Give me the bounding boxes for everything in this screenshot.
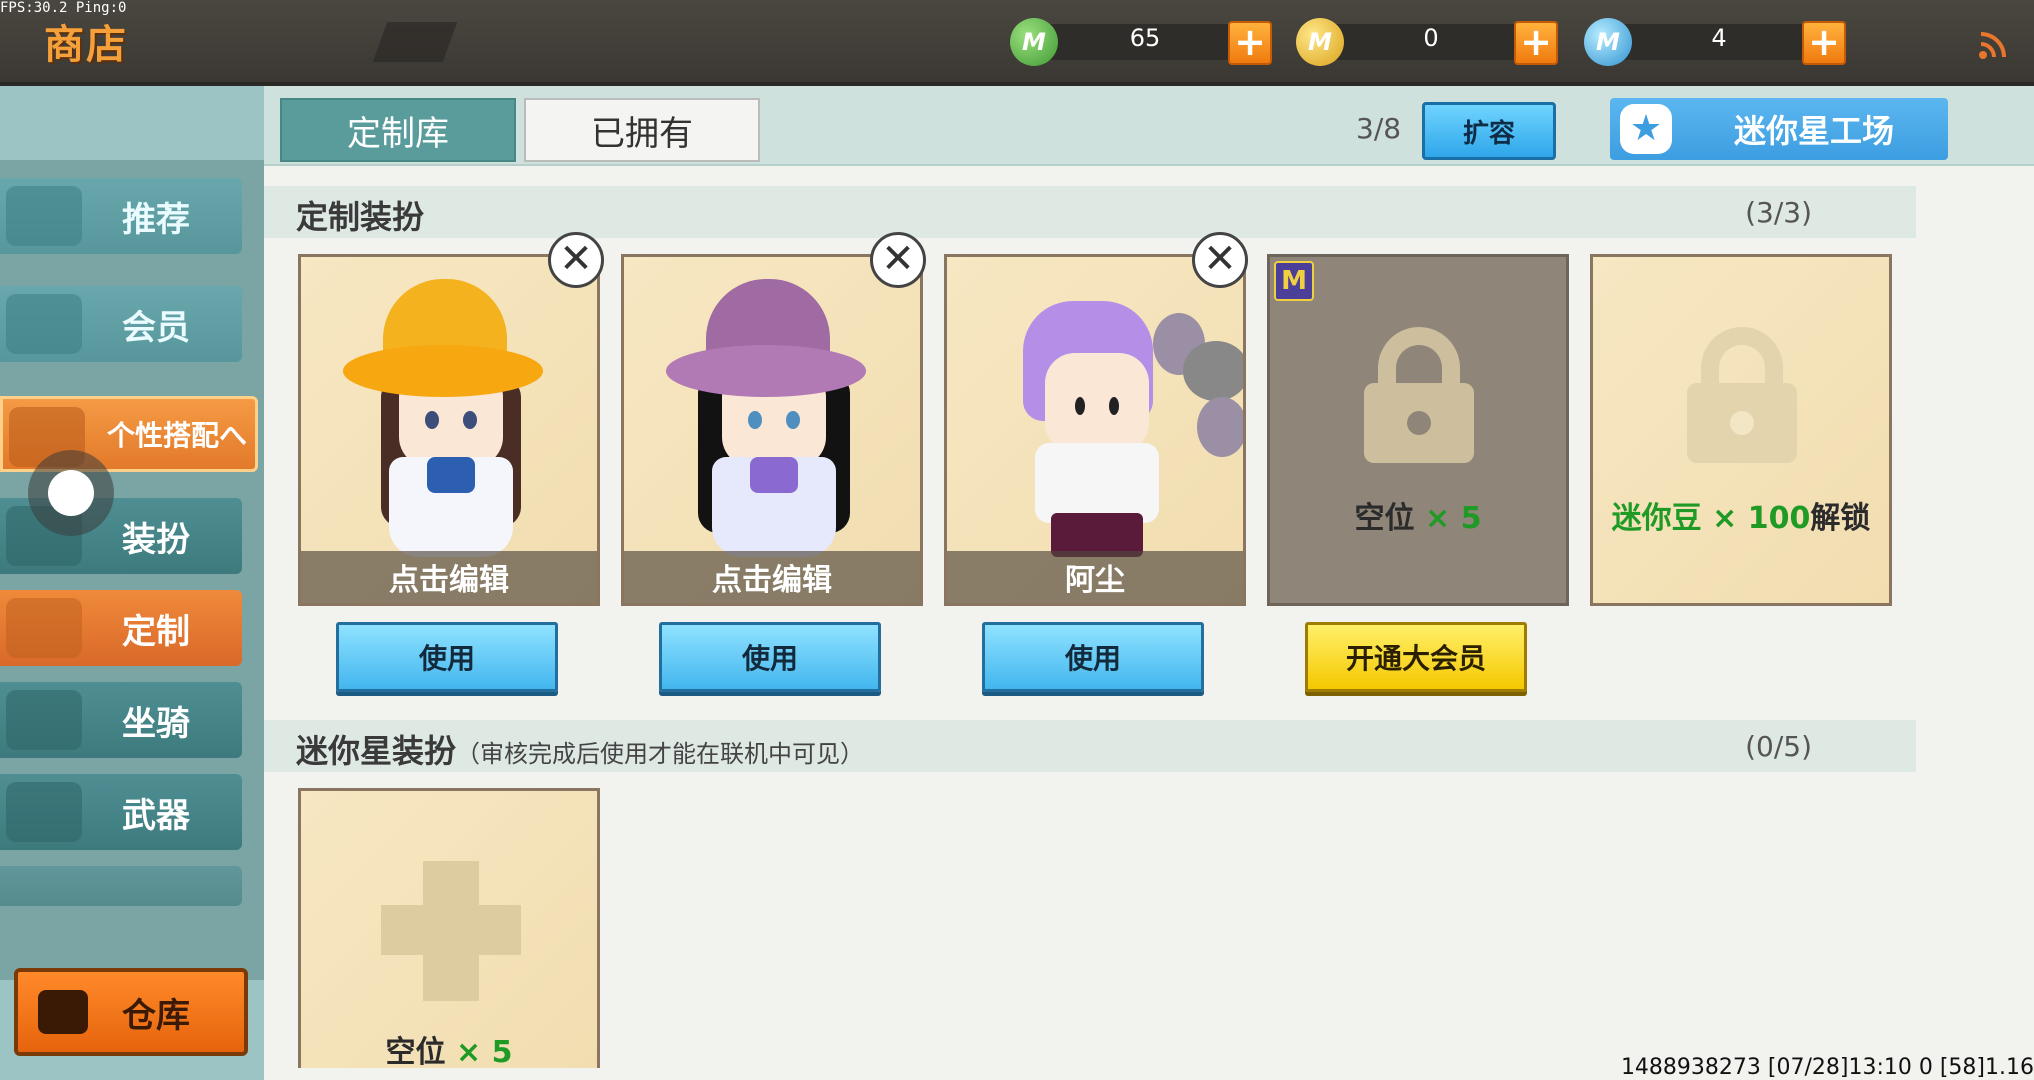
add-currency-button[interactable]: + [1228,21,1272,65]
star-icon: ★ [1620,104,1672,154]
add-icon [381,905,521,955]
outfit-card[interactable]: 点击编辑 [621,254,923,606]
sidebar-item-recommend[interactable]: 推荐 [0,178,242,254]
slot-text: 空位 × 5 [385,1035,513,1068]
delete-button[interactable]: ✕ [870,232,926,288]
use-button[interactable]: 使用 [659,622,881,692]
lock-icon [1364,327,1474,463]
gun-icon [6,782,82,842]
decorative-stripe [372,22,458,62]
tab-custom-library[interactable]: 定制库 [280,98,516,162]
avatar-preview [947,257,1243,557]
section-count: (3/3) [1745,196,1812,229]
avatar-bow [427,457,475,493]
locked-slot-card[interactable]: 迷你豆 × 100解锁 [1590,254,1892,606]
tab-bar: 定制库 已拥有 3/8 扩容 ★ 迷你星工场 [264,86,2034,166]
footer-info: 1488938273 [07/28]13:10 0 [58]1.16 [1620,1055,2034,1080]
member-icon [6,294,82,354]
avatar-hat [666,279,866,399]
locked-slot-card[interactable]: M 空位 × 5 [1267,254,1569,606]
vip-badge-icon: M [1274,261,1314,301]
sidebar-item-custom[interactable]: 定制 [0,590,242,666]
joystick-handle[interactable] [28,450,114,536]
slot-text: 空位 × 5 [1354,501,1482,536]
avatar-shirt [1035,443,1159,523]
currency-value: 65 [1129,24,1161,52]
mini-coin-gold-icon: M [1296,18,1344,66]
use-button[interactable]: 使用 [982,622,1204,692]
use-button[interactable]: 使用 [336,622,558,692]
currency-value: 4 [1711,24,1727,52]
avatar-preview [624,257,920,557]
balloon [1197,397,1243,457]
section-note: （审核完成后使用才能在联机中可见） [456,740,865,768]
section-title: 定制装扮 [296,198,425,236]
delete-button[interactable]: ✕ [548,232,604,288]
expand-button[interactable]: 扩容 [1422,102,1556,160]
unlock-text: 迷你豆 × 100解锁 [1611,501,1871,536]
mini-star-workshop-button[interactable]: ★ 迷你星工场 [1610,98,1948,160]
sidebar-item-weapon[interactable]: 武器 [0,774,242,850]
balloon [1183,341,1243,401]
tab-owned[interactable]: 已拥有 [524,98,760,162]
outfit-name: 阿尘 [947,551,1243,603]
page-title: 商店 [44,22,128,68]
mount-icon [6,690,82,750]
sidebar-item-mount[interactable]: 坐骑 [0,682,242,758]
open-vip-button[interactable]: 开通大会员 [1305,622,1527,692]
outfit-name: 点击编辑 [624,551,920,603]
sidebar-menu: 推荐 会员 个性搭配へ 装扮 定制 坐骑 武器 [0,160,264,980]
avatar-face [1045,353,1149,453]
sidebar-item-style[interactable]: 个性搭配へ [0,396,258,472]
avatar-bow [750,457,798,493]
mini-coin-green-icon: M [1010,18,1058,66]
pencil-icon [6,598,82,658]
avatar-preview [301,257,597,557]
avatar-hat [343,279,543,399]
sidebar-item-partial [0,866,242,906]
section-title: 迷你星装扮（审核完成后使用才能在联机中可见） [296,732,865,770]
signal-icon[interactable] [1978,30,2008,60]
delete-button[interactable]: ✕ [1192,232,1248,288]
capacity-label: 3/8 [1356,112,1402,145]
thumbs-up-icon [6,186,82,246]
outfit-card[interactable]: 点击编辑 [298,254,600,606]
outfit-name: 点击编辑 [301,551,597,603]
chest-icon [38,990,88,1034]
sidebar: 推荐 会员 个性搭配へ 装扮 定制 坐骑 武器 仓库 [0,86,264,1080]
lock-icon [1687,327,1797,463]
add-star-outfit-card[interactable]: 空位 × 5 [298,788,600,1068]
add-currency-button[interactable]: + [1802,21,1846,65]
warehouse-button[interactable]: 仓库 [14,968,248,1056]
outfit-card[interactable]: 阿尘 [944,254,1246,606]
top-bar: FPS:30.2 Ping:0 商店 M 65 + M 0 + M 4 + [0,0,2034,86]
sidebar-item-member[interactable]: 会员 [0,286,242,362]
section-count: (0/5) [1745,730,1812,763]
star-section-header: 迷你星装扮（审核完成后使用才能在联机中可见） (0/5) [264,720,1916,772]
custom-section-header: 定制装扮 (3/3) [264,186,1916,238]
add-currency-button[interactable]: + [1514,21,1558,65]
mini-coin-blue-icon: M [1584,18,1632,66]
currency-value: 0 [1423,24,1439,52]
